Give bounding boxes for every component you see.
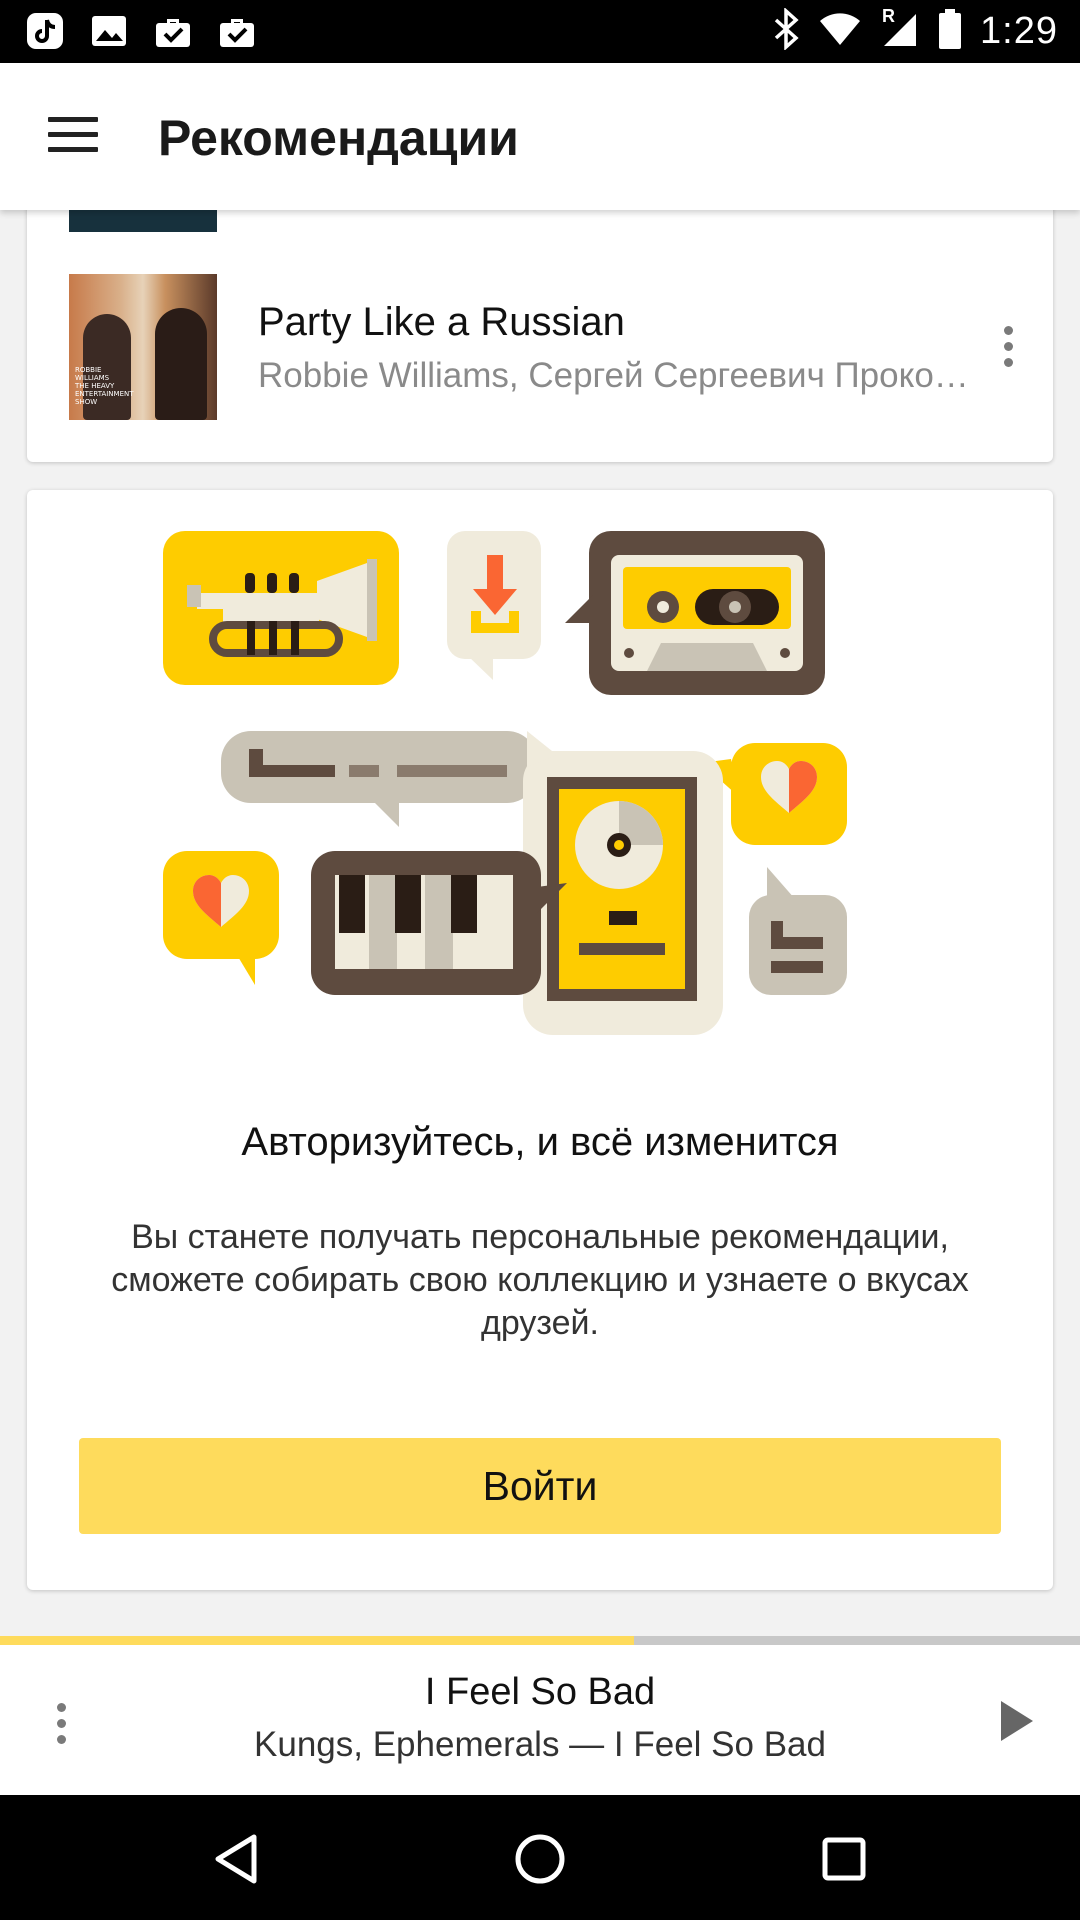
page-title: Рекомендации: [158, 110, 519, 166]
previous-track-cover[interactable]: [69, 210, 217, 232]
app-bar: Рекомендации: [0, 63, 1080, 210]
track-artists: Robbie Williams, Сергей Сергеевич Прокоф…: [258, 356, 978, 395]
album-cover: ROBBIE WILLIAMS THE HEAVY ENTERTAINMENT …: [69, 274, 217, 420]
record-award-icon: [523, 731, 723, 1035]
system-icons: R 1:29: [772, 6, 1058, 55]
signal-icon: R: [880, 6, 920, 55]
chat-icon: [749, 867, 847, 995]
notification-icons: [26, 12, 256, 50]
tiktok-icon: [26, 12, 64, 50]
promo-heading: Авторизуйтесь, и всё изменится: [241, 1120, 839, 1164]
piano-icon: [311, 851, 567, 995]
cassette-icon: [565, 531, 825, 695]
playback-progress-fill: [0, 1636, 634, 1645]
trumpet-icon: [163, 531, 399, 685]
roaming-label: R: [882, 6, 896, 26]
login-promo-card: Авторизуйтесь, и всё изменится Вы станет…: [27, 490, 1053, 1590]
bluetooth-icon: [772, 7, 800, 55]
back-icon[interactable]: [204, 1827, 268, 1891]
promo-description: Вы станете получать персональные рекомен…: [111, 1218, 969, 1342]
system-nav-bar: [0, 1795, 1080, 1920]
briefcase-check-icon: [218, 12, 256, 50]
image-icon: [90, 12, 128, 50]
message-bubble-icon: [221, 731, 537, 827]
music-icons-illustration: [163, 531, 847, 1035]
recents-icon[interactable]: [812, 1827, 876, 1891]
track-title: Party Like a Russian: [258, 300, 625, 344]
track-card: ROBBIE WILLIAMS THE HEAVY ENTERTAINMENT …: [27, 180, 1053, 462]
login-button[interactable]: Войти: [79, 1438, 1001, 1534]
home-icon[interactable]: [508, 1827, 572, 1891]
album-cover-text: ROBBIE WILLIAMS THE HEAVY ENTERTAINMENT …: [75, 366, 134, 406]
briefcase-check-icon: [154, 12, 192, 50]
playback-progress-bar[interactable]: [0, 1636, 1080, 1645]
wifi-icon: [818, 11, 862, 52]
battery-icon: [938, 8, 962, 55]
track-row[interactable]: ROBBIE WILLIAMS THE HEAVY ENTERTAINMENT …: [27, 274, 1053, 420]
more-vert-icon[interactable]: [993, 316, 1023, 376]
heart-bubble-icon: [163, 851, 279, 985]
hamburger-icon[interactable]: [34, 103, 112, 165]
download-icon: [447, 531, 541, 680]
mini-player[interactable]: I Feel So Bad Kungs, Ephemerals — I Feel…: [0, 1645, 1080, 1795]
clock: 1:29: [980, 10, 1058, 52]
status-bar: R 1:29: [0, 0, 1080, 63]
player-track-title: I Feel So Bad: [424, 1671, 656, 1713]
play-icon[interactable]: [995, 1697, 1039, 1745]
player-track-subtitle: Kungs, Ephemerals — I Feel So Bad: [254, 1725, 826, 1764]
